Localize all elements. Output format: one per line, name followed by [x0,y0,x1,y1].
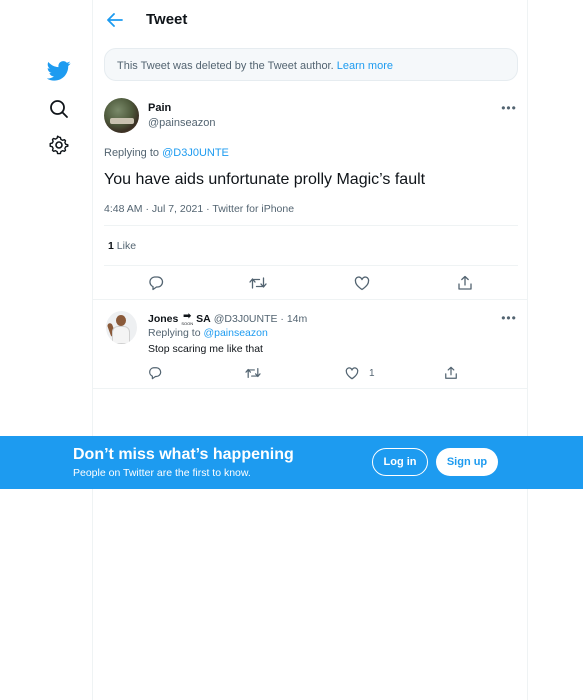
replying-to: Replying to @D3J0UNTE [104,147,229,159]
reply-display-name-suffix[interactable]: SA [196,313,211,325]
share-icon[interactable] [444,365,458,381]
avatar[interactable] [106,311,137,344]
replying-prefix: Replying to [148,327,201,339]
replying-to-mention[interactable]: @painseazon [203,327,267,339]
deleted-notice-text: This Tweet was deleted by the Tweet auth… [117,60,334,72]
replying-prefix: Replying to [104,147,160,159]
replying-to: Replying to @painseazon [148,327,268,339]
replying-to-mention[interactable]: @D3J0UNTE [162,147,229,159]
main-tweet: Pain @painseazon ••• Replying to @D3J0UN… [93,92,528,300]
like-icon[interactable] [353,274,371,292]
likes-label: Like [116,240,137,252]
banner-subtitle: People on Twitter are the first to know. [73,467,251,479]
retweet-icon[interactable] [249,274,267,292]
signup-banner: Don’t miss what’s happening People on Tw… [0,436,583,489]
twitter-bird-icon[interactable] [44,56,74,86]
reply-header: Jones ➡ SOON SA @D3J0UNTE · 14m [148,312,307,326]
reply-icon[interactable] [148,365,162,381]
tweet-timestamp[interactable]: 4:48 AM · Jul 7, 2021 · Twitter for iPho… [104,203,294,215]
login-button[interactable]: Log in [372,448,428,476]
more-options-button[interactable]: ••• [501,311,517,325]
user-handle[interactable]: @painseazon [148,117,215,129]
reply-display-name[interactable]: Jones [148,313,178,325]
banner-title: Don’t miss what’s happening [73,446,294,463]
more-dots-icon: ••• [501,101,517,115]
signup-button[interactable]: Sign up [436,448,498,476]
learn-more-link[interactable]: Learn more [337,60,393,72]
reply-text: Stop scaring me like that [148,343,263,355]
more-dots-icon: ••• [501,311,517,325]
search-icon[interactable] [46,96,72,122]
gear-icon[interactable] [46,132,72,158]
back-button[interactable] [105,10,125,30]
arrow-left-icon [107,13,123,27]
like-icon [345,366,359,379]
soon-tag: SOON [181,321,194,326]
reply-icon[interactable] [147,274,165,292]
reply-tweet[interactable]: Jones ➡ SOON SA @D3J0UNTE · 14m ••• Repl… [93,301,528,389]
avatar[interactable] [104,98,139,133]
display-name[interactable]: Pain [148,102,171,114]
retweet-icon[interactable] [245,365,261,381]
page-header: Tweet [93,0,528,40]
reply-handle-time[interactable]: @D3J0UNTE · 14m [214,313,308,325]
like-count: 1 [369,367,375,379]
page-title: Tweet [146,11,188,28]
left-nav [0,0,92,700]
divider [104,225,518,226]
more-options-button[interactable]: ••• [501,101,517,115]
like-button[interactable]: 1 [345,365,375,381]
likes-number: 1 [108,240,114,252]
tweet-text: You have aids unfortunate prolly Magic’s… [104,171,426,188]
soon-arrow-emoji: ➡ SOON [181,312,193,326]
main-column: Tweet This Tweet was deleted by the Twee… [92,0,528,700]
likes-count[interactable]: 1 Like [108,240,136,252]
divider [104,265,518,266]
share-icon[interactable] [456,274,474,292]
deleted-tweet-notice: This Tweet was deleted by the Tweet auth… [104,48,518,81]
